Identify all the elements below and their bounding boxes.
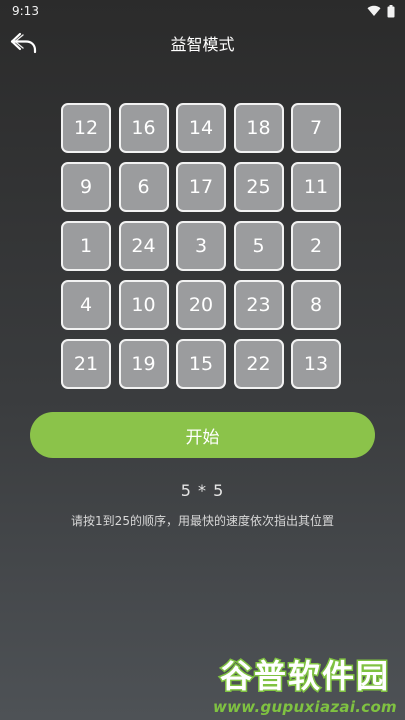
grid-cell[interactable]: 2 (291, 221, 341, 271)
grid-cell[interactable]: 17 (176, 162, 226, 212)
page-title: 益智模式 (170, 35, 235, 54)
grid-cell[interactable]: 7 (291, 103, 341, 153)
grid-cell[interactable]: 20 (176, 280, 226, 330)
status-time: 9:13 (12, 4, 39, 18)
grid-cell[interactable]: 9 (61, 162, 111, 212)
grid-cell[interactable]: 3 (176, 221, 226, 271)
status-bar: 9:13 (0, 0, 405, 22)
watermark-url: www.gupuxiazai.com (212, 698, 397, 716)
grid-cell[interactable]: 25 (233, 162, 284, 212)
grid-cell[interactable]: 6 (118, 162, 169, 212)
battery-icon (387, 4, 395, 18)
status-icons (367, 4, 395, 18)
grid-cell[interactable]: 12 (61, 103, 111, 153)
grid-cell[interactable]: 21 (61, 339, 111, 389)
wifi-icon (367, 5, 381, 17)
grid-cell[interactable]: 5 (233, 221, 284, 271)
grid-cell[interactable]: 1 (61, 221, 111, 271)
grid-cell[interactable]: 11 (291, 162, 341, 212)
start-button[interactable]: 开始 (30, 412, 375, 458)
watermark: 谷普软件园 www.gupuxiazai.com (209, 654, 399, 717)
grid-cell[interactable]: 19 (118, 339, 169, 389)
grid-cell[interactable]: 14 (176, 103, 226, 153)
grid-cell[interactable]: 10 (118, 280, 169, 330)
grid-cell[interactable]: 18 (233, 103, 284, 153)
grid-cell[interactable]: 15 (176, 339, 226, 389)
back-arrow-icon (10, 32, 37, 54)
app-bar: 益智模式 (0, 22, 405, 64)
grid-cell[interactable]: 4 (61, 280, 111, 330)
grid-cell[interactable]: 16 (118, 103, 169, 153)
grid-cell[interactable]: 8 (291, 280, 341, 330)
grid-cell[interactable]: 13 (291, 339, 341, 389)
svg-text:谷普软件园: 谷普软件园 (220, 657, 390, 694)
number-grid: 12 16 14 18 7 9 6 17 25 11 1 24 3 5 2 4 10 20 23 8 21 19 15 22 1… (61, 103, 341, 389)
grid-cell[interactable]: 22 (233, 339, 284, 389)
back-button[interactable] (8, 28, 40, 58)
grid-cell[interactable]: 23 (233, 280, 284, 330)
grid-cell[interactable]: 24 (118, 221, 169, 271)
watermark-logo: 谷普软件园 (218, 656, 390, 695)
grid-size-label: 5 * 5 (180, 481, 225, 500)
instruction-text: 请按1到25的顺序，用最快的速度依次指出其位置 (71, 514, 334, 528)
